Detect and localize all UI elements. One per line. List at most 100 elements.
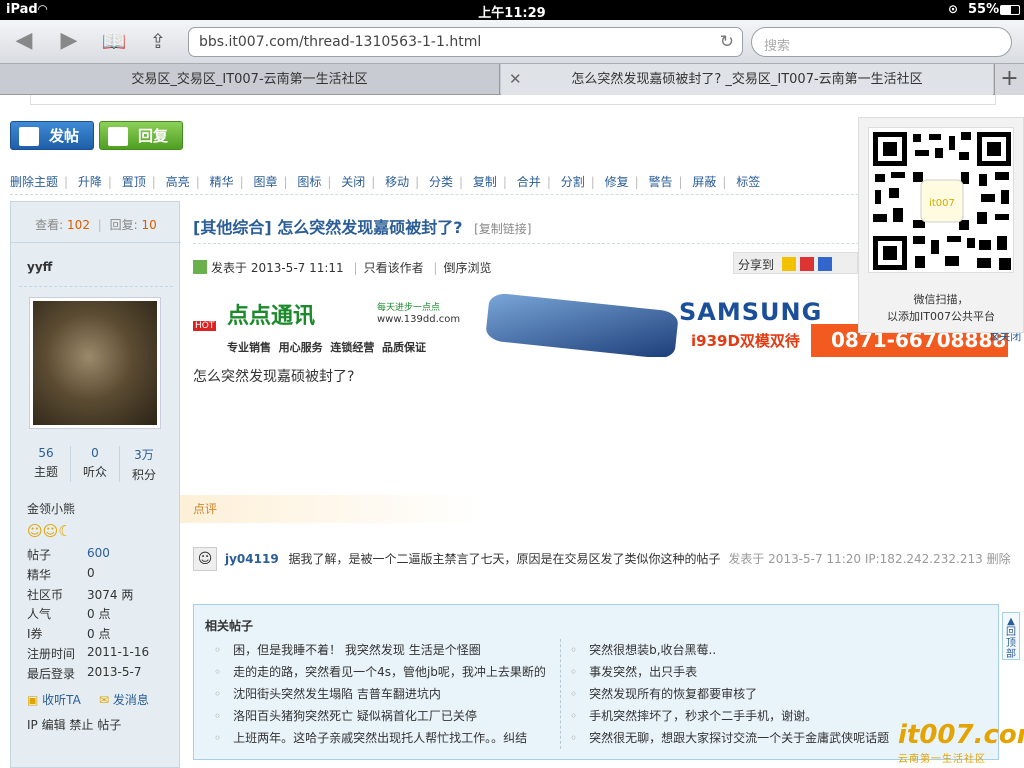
tab-2[interactable]: ✕ 怎么突然发现嘉硕被封了? _交易区_IT007-云南第一生活社区 bbox=[501, 64, 993, 95]
replies-count: 10 bbox=[141, 218, 157, 232]
battery-percent: 55% bbox=[968, 2, 1000, 17]
share-icon[interactable]: ⇪ bbox=[144, 28, 172, 54]
tab-1[interactable]: 交易区_交易区_IT007-云南第一生活社区 bbox=[0, 64, 500, 95]
post-title-text[interactable]: [其他综合] 怎么突然发现嘉硕被封了? bbox=[193, 218, 462, 237]
back-icon[interactable]: ◀ bbox=[10, 28, 38, 54]
field-label-register: 注册时间 bbox=[27, 647, 76, 661]
field-label-popularity: 人气 bbox=[27, 607, 52, 621]
ios-status-bar: iPad ◠ 上午11:29 ⊙ 55% bbox=[0, 0, 1024, 21]
field-value-popularity: 0 点 bbox=[87, 607, 111, 621]
mod-copy[interactable]: 复制 bbox=[473, 175, 497, 189]
follow-icon: ▣ bbox=[27, 693, 39, 707]
related-link[interactable]: 困，但是我睡不着！ 我突然发现 生活是个怪圈 bbox=[214, 641, 481, 658]
comment-avatar[interactable]: ☺ bbox=[193, 547, 217, 571]
url-bar[interactable]: bbs.it007.com/thread-1310563-1-1.html ↻ bbox=[188, 27, 743, 57]
new-post-button[interactable]: 发帖 bbox=[10, 121, 94, 150]
related-link[interactable]: 走的走的路，突然看见一个4s，管他jb呢，我冲上去果断的 bbox=[214, 663, 546, 680]
mod-block[interactable]: 屏蔽 bbox=[692, 175, 716, 189]
mod-close[interactable]: 关闭 bbox=[341, 175, 365, 189]
mod-digest[interactable]: 精华 bbox=[210, 175, 234, 189]
post-title: [其他综合] 怎么突然发现嘉硕被封了? [复制链接] bbox=[193, 214, 531, 238]
views-count: 102 bbox=[67, 218, 90, 232]
field-label-posts: 帖子 bbox=[27, 548, 52, 562]
share-baidu-icon[interactable] bbox=[817, 257, 832, 271]
forward-icon[interactable]: ▶ bbox=[55, 28, 83, 54]
related-link[interactable]: 上班两年。这哈子亲戚突然出现托人帮忙找工作。。纠结 bbox=[214, 729, 527, 746]
comment-text: 据我了解，是被一个二逼版主禁言了七天，原因是在交易区发了类似你这种的帖子 bbox=[288, 552, 721, 566]
only-author-link[interactable]: 只看该作者 bbox=[364, 261, 424, 275]
mod-icon[interactable]: 图标 bbox=[297, 175, 321, 189]
edit-icon bbox=[19, 127, 39, 146]
comment-user[interactable]: jy04119 bbox=[225, 552, 279, 566]
mod-delete[interactable]: 删除主题 bbox=[10, 175, 58, 189]
hot-badge: HOT bbox=[193, 321, 217, 331]
field-label-last-login: 最后登录 bbox=[27, 667, 76, 681]
new-tab-button[interactable]: + bbox=[994, 64, 1024, 95]
mod-bump[interactable]: 升降 bbox=[78, 175, 102, 189]
avatar[interactable] bbox=[29, 297, 161, 429]
reload-icon[interactable]: ↻ bbox=[720, 32, 734, 52]
related-link[interactable]: 突然很想装b,收台黑莓.. bbox=[570, 641, 716, 658]
related-posts: 相关帖子 困，但是我睡不着！ 我突然发现 生活是个怪圈 走的走的路，突然看见一个… bbox=[193, 604, 999, 760]
comment-item: jy04119 据我了解，是被一个二逼版主禁言了七天，原因是在交易区发了类似你这… bbox=[225, 550, 1011, 567]
stat-points[interactable]: 3万 积分 bbox=[120, 446, 168, 483]
related-link[interactable]: 沈阳街头突然发生塌陷 吉普车翻进坑内 bbox=[214, 685, 441, 702]
mod-warn[interactable]: 警告 bbox=[648, 175, 672, 189]
mod-move[interactable]: 移动 bbox=[385, 175, 409, 189]
related-title: 相关帖子 bbox=[205, 619, 254, 633]
battery-icon bbox=[1000, 5, 1020, 15]
related-link[interactable]: 事发突然，出只手表 bbox=[570, 663, 697, 680]
wechat-qr-panel: it007 微信扫描， 以添加IT007公共平台 bbox=[858, 117, 1024, 333]
field-value-posts[interactable]: 600 bbox=[87, 546, 110, 560]
bookmarks-icon[interactable]: 📖 bbox=[100, 28, 128, 54]
comment-meta: 发表于 2013-5-7 11:20 IP:182.242.232.213 bbox=[728, 552, 983, 566]
table-remnant bbox=[30, 95, 996, 105]
related-link[interactable]: 突然发现所有的恢复都要审核了 bbox=[570, 685, 757, 702]
share-label: 分享到 bbox=[738, 258, 775, 272]
comment-delete[interactable]: 删除 bbox=[987, 552, 1011, 566]
reply-button[interactable]: 回复 bbox=[99, 121, 183, 150]
field-value-register: 2011-1-16 bbox=[87, 645, 150, 659]
field-label-coins: 社区币 bbox=[27, 588, 64, 602]
close-tab-icon[interactable]: ✕ bbox=[509, 64, 522, 95]
reply-icon bbox=[108, 127, 128, 146]
stat-listeners[interactable]: 0 听众 bbox=[71, 446, 119, 480]
copy-link[interactable]: [复制链接] bbox=[474, 222, 531, 236]
reverse-order-link[interactable]: 倒序浏览 bbox=[443, 261, 491, 275]
stat-topics[interactable]: 56 主题 bbox=[22, 446, 70, 480]
admin-links[interactable]: IP 编辑 禁止 帖子 bbox=[27, 716, 121, 733]
watermark-sub: 云南第一生活社区 bbox=[898, 754, 986, 765]
ad-phone-image bbox=[485, 294, 679, 357]
mod-merge[interactable]: 合并 bbox=[517, 175, 541, 189]
tab-bar: 交易区_交易区_IT007-云南第一生活社区 ✕ 怎么突然发现嘉硕被封了? _交… bbox=[0, 64, 1024, 95]
qr-code-image: it007 bbox=[868, 127, 1014, 273]
message-link[interactable]: ✉ 发消息 bbox=[99, 691, 149, 708]
rank-medals-icon: ☺☺☾ bbox=[27, 522, 72, 540]
related-link[interactable]: 手机突然摔坏了，秒求个二手手机，谢谢。 bbox=[570, 707, 817, 724]
field-value-last-login: 2013-5-7 bbox=[87, 665, 142, 679]
author-name[interactable]: yyff bbox=[27, 260, 52, 274]
mod-sticky[interactable]: 置顶 bbox=[122, 175, 146, 189]
ad-tags: 专业销售 用心服务 连锁经营 品质保证 bbox=[227, 341, 426, 354]
mod-category[interactable]: 分类 bbox=[429, 175, 453, 189]
mod-tag[interactable]: 标签 bbox=[736, 175, 760, 189]
follow-link[interactable]: ▣ 收听TA bbox=[27, 691, 81, 708]
mod-stamp[interactable]: 图章 bbox=[253, 175, 277, 189]
mod-repair[interactable]: 修复 bbox=[605, 175, 629, 189]
tab-1-title: 交易区_交易区_IT007-云南第一生活社区 bbox=[131, 72, 368, 87]
thread-stats: 查看: 102 | 回复: 10 bbox=[35, 218, 157, 232]
mod-highlight[interactable]: 高亮 bbox=[166, 175, 190, 189]
share-qzone-icon[interactable] bbox=[781, 257, 796, 271]
moderation-toolbar: 删除主题 | 升降 | 置顶 | 高亮 | 精华 | 图章 | 图标 | 关闭 | 移动 | 分类… bbox=[10, 175, 761, 189]
qr-caption-1: 微信扫描， bbox=[913, 293, 969, 306]
related-link[interactable]: 突然很无聊，想跟大家探讨交流一个关于金庸武侠呢话题 bbox=[570, 729, 889, 746]
clock: 上午11:29 bbox=[478, 6, 546, 21]
search-field[interactable]: 搜索 bbox=[751, 27, 1012, 57]
url-text: bbs.it007.com/thread-1310563-1-1.html bbox=[199, 34, 482, 50]
ad-site: www.139dd.com bbox=[377, 314, 461, 325]
share-renren-icon[interactable] bbox=[799, 257, 814, 271]
reply-label: 回复 bbox=[138, 127, 169, 145]
back-to-top-button[interactable]: ▲ 回顶部 bbox=[1002, 612, 1020, 660]
related-link[interactable]: 洛阳百头猪狗突然死亡 疑似祸首化工厂已关停 bbox=[214, 707, 477, 724]
mod-split[interactable]: 分割 bbox=[561, 175, 585, 189]
